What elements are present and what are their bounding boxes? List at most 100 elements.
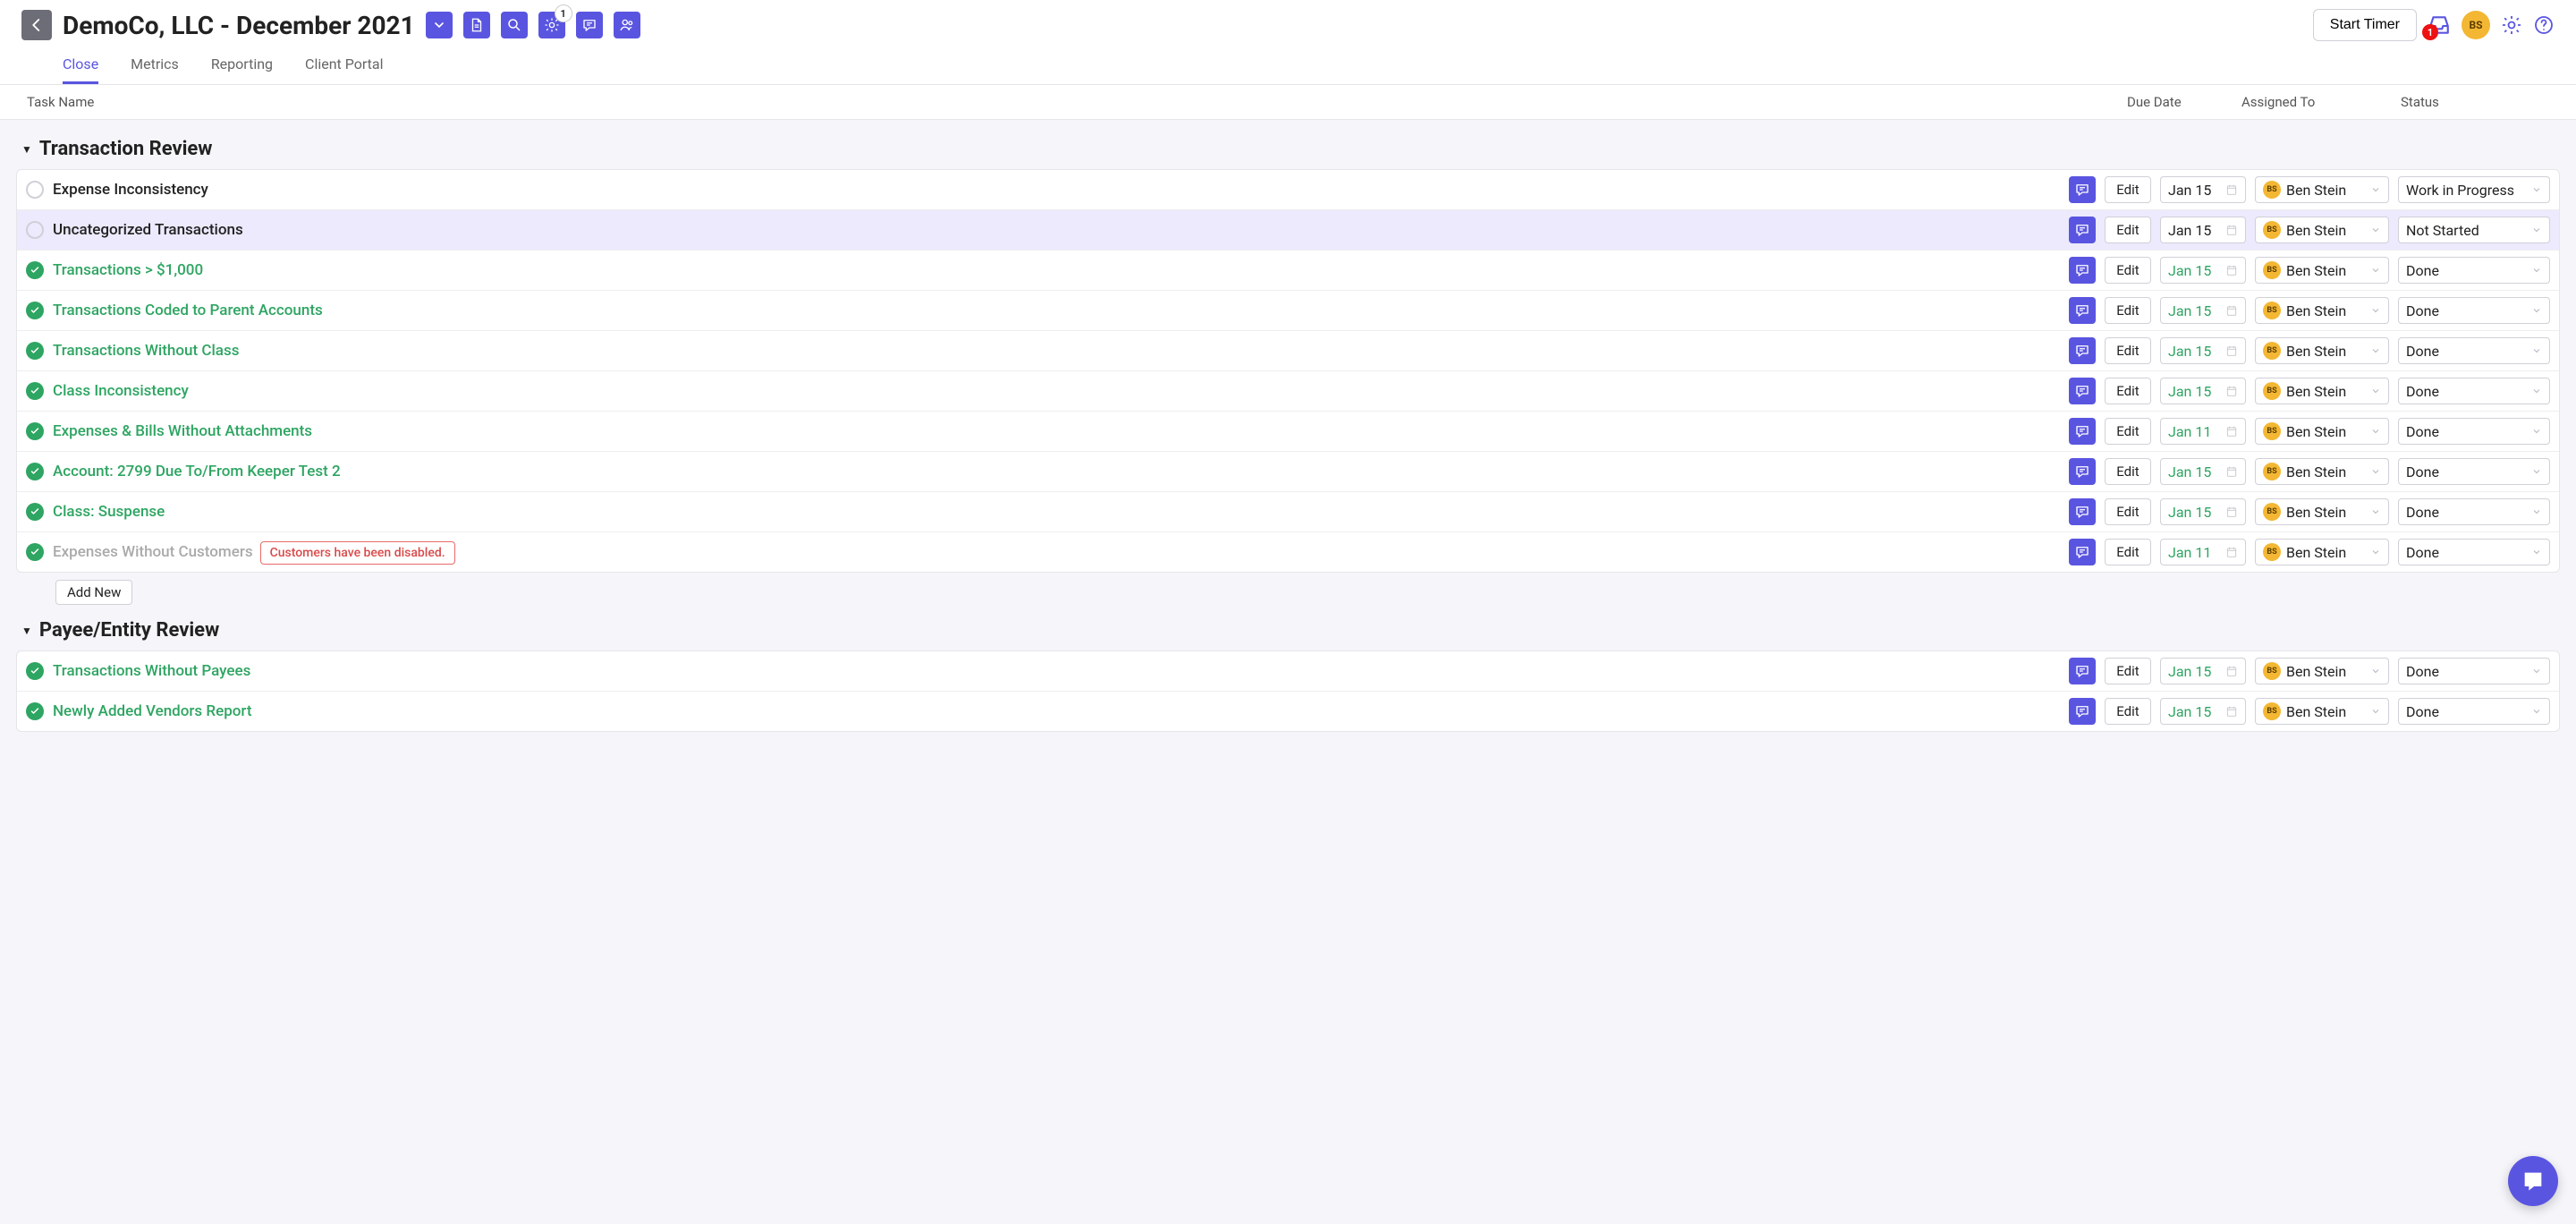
status-select[interactable]: Not Started [2398,217,2550,243]
due-date-picker[interactable]: Jan 15 [2160,658,2246,684]
section-toggle[interactable]: ▼Transaction Review [21,138,2560,160]
task-chat-button[interactable] [2069,176,2096,203]
task-row[interactable]: Expenses & Bills Without AttachmentsEdit… [17,412,2559,452]
task-chat-button[interactable] [2069,539,2096,565]
assignee-select[interactable]: BSBen Stein [2255,418,2389,445]
gear-icon[interactable] [2501,14,2522,36]
edit-button[interactable]: Edit [2105,217,2151,243]
due-date-picker[interactable]: Jan 15 [2160,217,2246,243]
status-select[interactable]: Work in Progress [2398,176,2550,203]
edit-button[interactable]: Edit [2105,418,2151,445]
tab-reporting[interactable]: Reporting [211,50,273,84]
status-select[interactable]: Done [2398,257,2550,284]
due-date-picker[interactable]: Jan 15 [2160,458,2246,485]
status-select[interactable]: Done [2398,698,2550,725]
start-timer-button[interactable]: Start Timer [2313,9,2417,41]
task-checkbox[interactable] [26,342,44,360]
status-select[interactable]: Done [2398,498,2550,525]
task-row[interactable]: Class InconsistencyEditJan 15BSBen Stein… [17,371,2559,412]
back-button[interactable] [21,10,52,40]
task-row[interactable]: Transactions Without PayeesEditJan 15BSB… [17,651,2559,692]
status-select[interactable]: Done [2398,378,2550,404]
task-checkbox[interactable] [26,181,44,199]
edit-button[interactable]: Edit [2105,297,2151,324]
task-row[interactable]: Expenses Without CustomersCustomers have… [17,532,2559,572]
edit-button[interactable]: Edit [2105,498,2151,525]
task-row[interactable]: Transactions > $1,000EditJan 15BSBen Ste… [17,251,2559,291]
due-date-picker[interactable]: Jan 15 [2160,297,2246,324]
assignee-select[interactable]: BSBen Stein [2255,539,2389,565]
task-chat-button[interactable] [2069,337,2096,364]
status-select[interactable]: Done [2398,297,2550,324]
intercom-button[interactable] [2508,1156,2558,1206]
task-row[interactable]: Newly Added Vendors ReportEditJan 15BSBe… [17,692,2559,731]
status-select[interactable]: Done [2398,539,2550,565]
dropdown-button[interactable] [426,12,453,38]
task-chat-button[interactable] [2069,217,2096,243]
due-date-picker[interactable]: Jan 15 [2160,176,2246,203]
inbox-button[interactable]: 1 [2428,13,2451,37]
due-date-picker[interactable]: Jan 11 [2160,418,2246,445]
task-chat-button[interactable] [2069,418,2096,445]
task-chat-button[interactable] [2069,378,2096,404]
due-date-picker[interactable]: Jan 11 [2160,539,2246,565]
edit-button[interactable]: Edit [2105,539,2151,565]
edit-button[interactable]: Edit [2105,257,2151,284]
tab-close[interactable]: Close [63,50,98,84]
assignee-select[interactable]: BSBen Stein [2255,378,2389,404]
task-row[interactable]: Uncategorized TransactionsEditJan 15BSBe… [17,210,2559,251]
task-checkbox[interactable] [26,261,44,279]
assignee-select[interactable]: BSBen Stein [2255,458,2389,485]
task-checkbox[interactable] [26,503,44,521]
assignee-select[interactable]: BSBen Stein [2255,176,2389,203]
task-row[interactable]: Expense InconsistencyEditJan 15BSBen Ste… [17,170,2559,210]
edit-button[interactable]: Edit [2105,658,2151,684]
status-select[interactable]: Done [2398,658,2550,684]
edit-button[interactable]: Edit [2105,378,2151,404]
task-checkbox[interactable] [26,221,44,239]
assignee-select[interactable]: BSBen Stein [2255,498,2389,525]
due-date-picker[interactable]: Jan 15 [2160,337,2246,364]
task-chat-button[interactable] [2069,498,2096,525]
assignee-select[interactable]: BSBen Stein [2255,297,2389,324]
due-date-picker[interactable]: Jan 15 [2160,698,2246,725]
task-row[interactable]: Account: 2799 Due To/From Keeper Test 2E… [17,452,2559,492]
task-chat-button[interactable] [2069,297,2096,324]
edit-button[interactable]: Edit [2105,176,2151,203]
assignee-select[interactable]: BSBen Stein [2255,698,2389,725]
assignee-select[interactable]: BSBen Stein [2255,257,2389,284]
document-icon[interactable] [463,12,490,38]
assignee-select[interactable]: BSBen Stein [2255,217,2389,243]
add-new-button[interactable]: Add New [55,580,132,605]
user-avatar[interactable]: BS [2462,11,2490,39]
task-row[interactable]: Transactions Without ClassEditJan 15BSBe… [17,331,2559,371]
task-checkbox[interactable] [26,463,44,480]
task-checkbox[interactable] [26,382,44,400]
search-icon[interactable] [501,12,528,38]
task-checkbox[interactable] [26,302,44,319]
task-row[interactable]: Class: SuspenseEditJan 15BSBen SteinDone [17,492,2559,532]
status-select[interactable]: Done [2398,458,2550,485]
task-checkbox[interactable] [26,422,44,440]
help-icon[interactable] [2533,14,2555,36]
task-checkbox[interactable] [26,543,44,561]
section-toggle[interactable]: ▼Payee/Entity Review [21,619,2560,642]
assignee-select[interactable]: BSBen Stein [2255,658,2389,684]
assignee-select[interactable]: BSBen Stein [2255,337,2389,364]
task-chat-button[interactable] [2069,458,2096,485]
edit-button[interactable]: Edit [2105,698,2151,725]
task-row[interactable]: Transactions Coded to Parent AccountsEdi… [17,291,2559,331]
due-date-picker[interactable]: Jan 15 [2160,498,2246,525]
tab-client-portal[interactable]: Client Portal [305,50,383,84]
task-chat-button[interactable] [2069,698,2096,725]
status-select[interactable]: Done [2398,418,2550,445]
edit-button[interactable]: Edit [2105,337,2151,364]
chat-icon[interactable] [576,12,603,38]
edit-button[interactable]: Edit [2105,458,2151,485]
task-checkbox[interactable] [26,702,44,720]
settings-icon[interactable] [538,12,565,38]
due-date-picker[interactable]: Jan 15 [2160,257,2246,284]
tab-metrics[interactable]: Metrics [131,50,179,84]
users-icon[interactable] [614,12,640,38]
status-select[interactable]: Done [2398,337,2550,364]
